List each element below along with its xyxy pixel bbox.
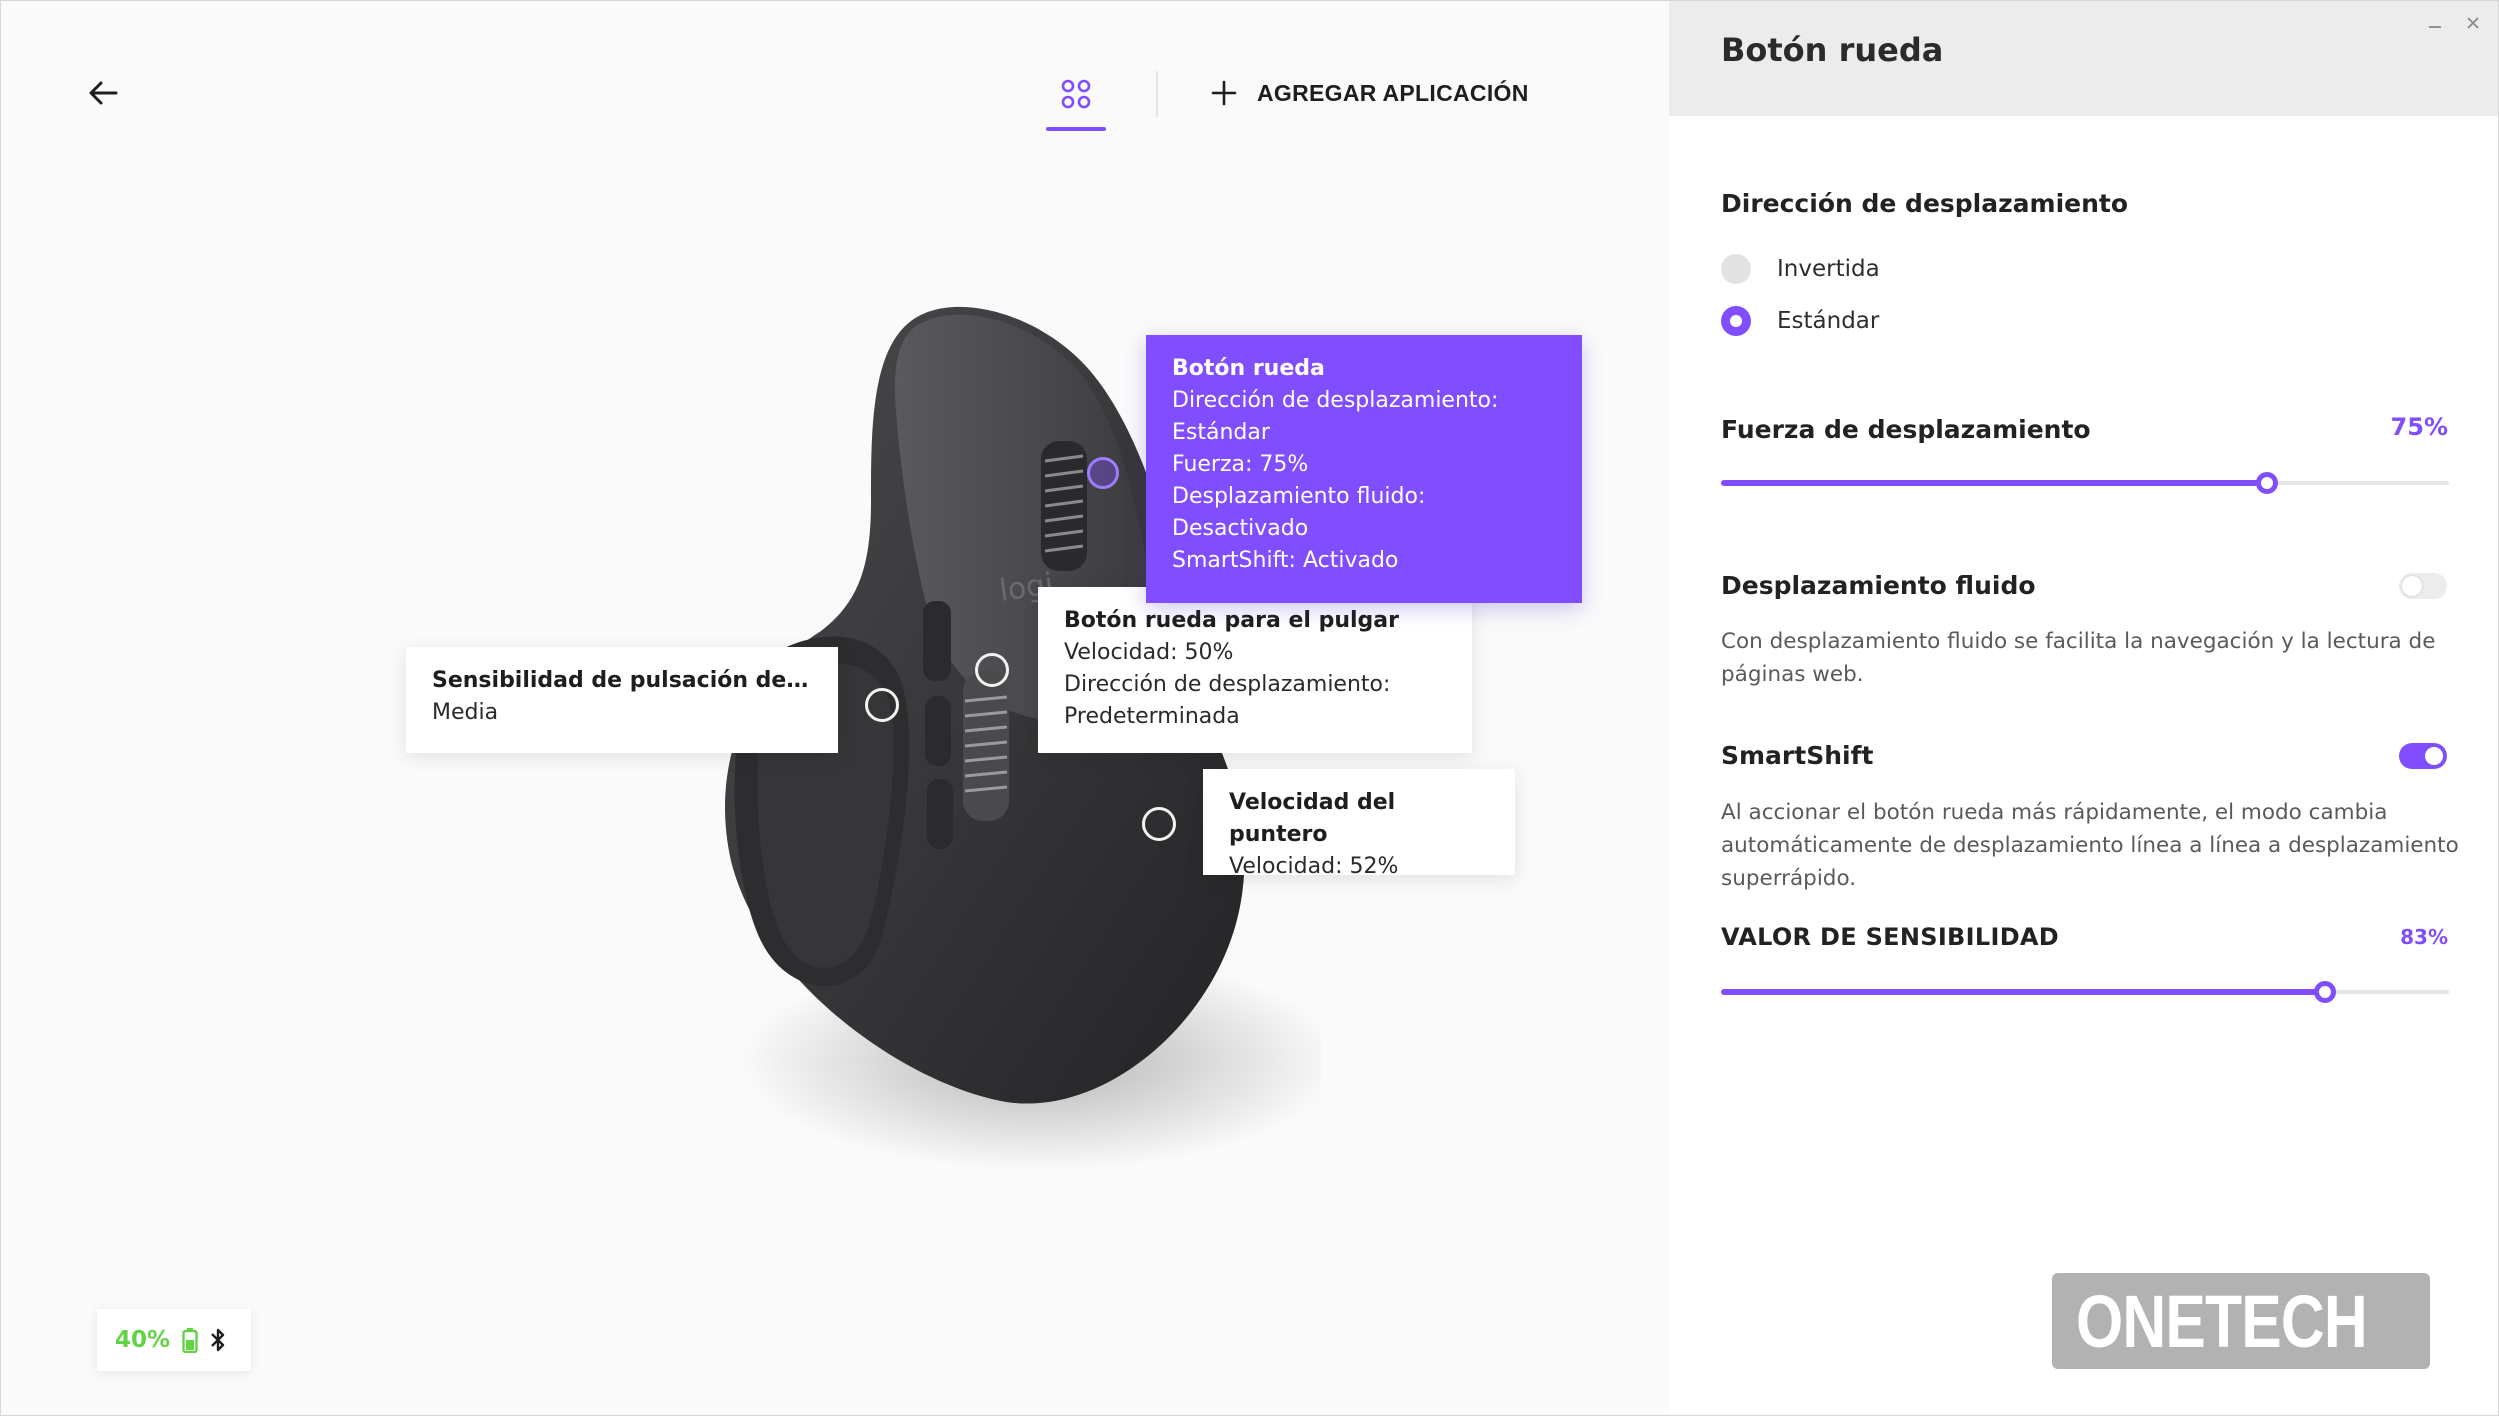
callout-line: Dirección de desplazamiento: [1172, 388, 1499, 413]
plus-icon [1211, 80, 1237, 106]
bluetooth-icon [211, 1328, 225, 1352]
hotspot-thumb-wheel[interactable] [975, 653, 1009, 687]
callout-thumb-wheel[interactable]: Botón rueda para el pulgar Velocidad: 50… [1038, 587, 1472, 753]
callout-gesture-sensitivity[interactable]: Sensibilidad de pulsación del ... Media [406, 647, 838, 753]
slider-fill [1721, 480, 2267, 486]
toggle-knob [2402, 576, 2422, 596]
battery-icon [182, 1328, 198, 1353]
scroll-force-title: Fuerza de desplazamiento [1721, 415, 2091, 444]
smooth-scroll-description: Con desplazamiento fluido se facilita la… [1721, 629, 2436, 687]
onetech-watermark: ONETECH [2052, 1273, 2430, 1369]
slider-fill [1721, 989, 2326, 995]
device-view: AGREGAR APLICACIÓN logi Botón rueda para… [1, 1, 1669, 1415]
callout-line: Fuerza: 75% [1172, 452, 1309, 477]
battery-percent: 40% [115, 1327, 171, 1353]
scroll-force-slider[interactable] [1721, 468, 2449, 498]
back-arrow-icon [89, 81, 118, 105]
smartshift-title: SmartShift [1721, 741, 1874, 770]
radio-standard[interactable]: Estándar [1721, 306, 1879, 336]
hotspot-scroll-wheel[interactable] [1087, 457, 1119, 489]
callout-scroll-wheel[interactable]: Botón rueda Dirección de desplazamiento:… [1146, 335, 1582, 603]
slider-thumb[interactable] [2314, 981, 2337, 1003]
close-icon [2467, 17, 2479, 29]
callout-line: Dirección de desplazamiento: [1064, 672, 1391, 697]
callout-line: Desplazamiento fluido: [1172, 484, 1426, 509]
hotspot-gesture-button[interactable] [865, 688, 899, 722]
radio-inverted-indicator[interactable] [1721, 254, 1751, 284]
callout-line: Predeterminada [1064, 704, 1240, 729]
toggle-knob [2425, 747, 2443, 765]
smartshift-description: Al accionar el botón rueda más rápidamen… [1721, 800, 2459, 891]
sensitivity-value: 83% [2400, 925, 2448, 949]
settings-panel: Botón rueda Dirección de desplazamiento … [1669, 1, 2498, 1415]
minimize-icon [2429, 26, 2441, 28]
callout-title: Botón rueda [1172, 356, 1325, 381]
close-button[interactable] [2459, 9, 2487, 37]
sensitivity-title: VALOR DE SENSIBILIDAD [1721, 923, 2060, 951]
callout-line: Media [432, 700, 499, 725]
smartshift-toggle[interactable] [2399, 743, 2447, 769]
apps-grid-icon [1061, 79, 1091, 109]
scroll-force-value: 75% [2390, 413, 2448, 441]
smooth-scroll-title: Desplazamiento fluido [1721, 571, 2036, 600]
smooth-scroll-toggle[interactable] [2399, 573, 2447, 599]
callout-line: Estándar [1172, 420, 1270, 445]
panel-header: Botón rueda [1669, 1, 2498, 116]
radio-standard-indicator[interactable] [1721, 306, 1751, 336]
callout-title: Velocidad del puntero [1229, 790, 1396, 847]
callout-line: Velocidad: 50% [1064, 640, 1234, 665]
callout-title: Sensibilidad de pulsación del ... [432, 668, 812, 693]
radio-standard-label: Estándar [1777, 308, 1880, 334]
tab-applications[interactable] [1046, 71, 1106, 131]
hotspot-pointer-speed[interactable] [1142, 807, 1176, 841]
add-application-button[interactable]: AGREGAR APLICACIÓN [1211, 73, 1529, 113]
toolbar-divider [1156, 71, 1158, 117]
scroll-direction-title: Dirección de desplazamiento [1721, 189, 2129, 218]
radio-inverted-label: Invertida [1777, 256, 1880, 282]
callout-line: Desactivado [1172, 516, 1309, 541]
callout-title: Botón rueda para el pulgar [1064, 608, 1399, 633]
slider-thumb[interactable] [2256, 472, 2278, 494]
callout-line: SmartShift: Activado [1172, 548, 1399, 573]
callout-pointer-speed[interactable]: Velocidad del puntero Velocidad: 52% [1203, 769, 1515, 879]
add-application-label: AGREGAR APLICACIÓN [1257, 79, 1529, 106]
radio-inverted[interactable]: Invertida [1721, 254, 1880, 284]
battery-status: 40% [97, 1309, 251, 1371]
tab-active-indicator [1046, 127, 1106, 131]
sensitivity-slider[interactable] [1721, 977, 2449, 1007]
panel-title: Botón rueda [1721, 31, 1944, 69]
watermark-text: ONETECH [2076, 1279, 2368, 1363]
minimize-button[interactable] [2421, 9, 2449, 37]
back-button[interactable] [81, 71, 125, 115]
options-app-window: AGREGAR APLICACIÓN logi Botón rueda para… [0, 0, 2499, 1416]
callout-line: Velocidad: 52% [1229, 854, 1399, 879]
